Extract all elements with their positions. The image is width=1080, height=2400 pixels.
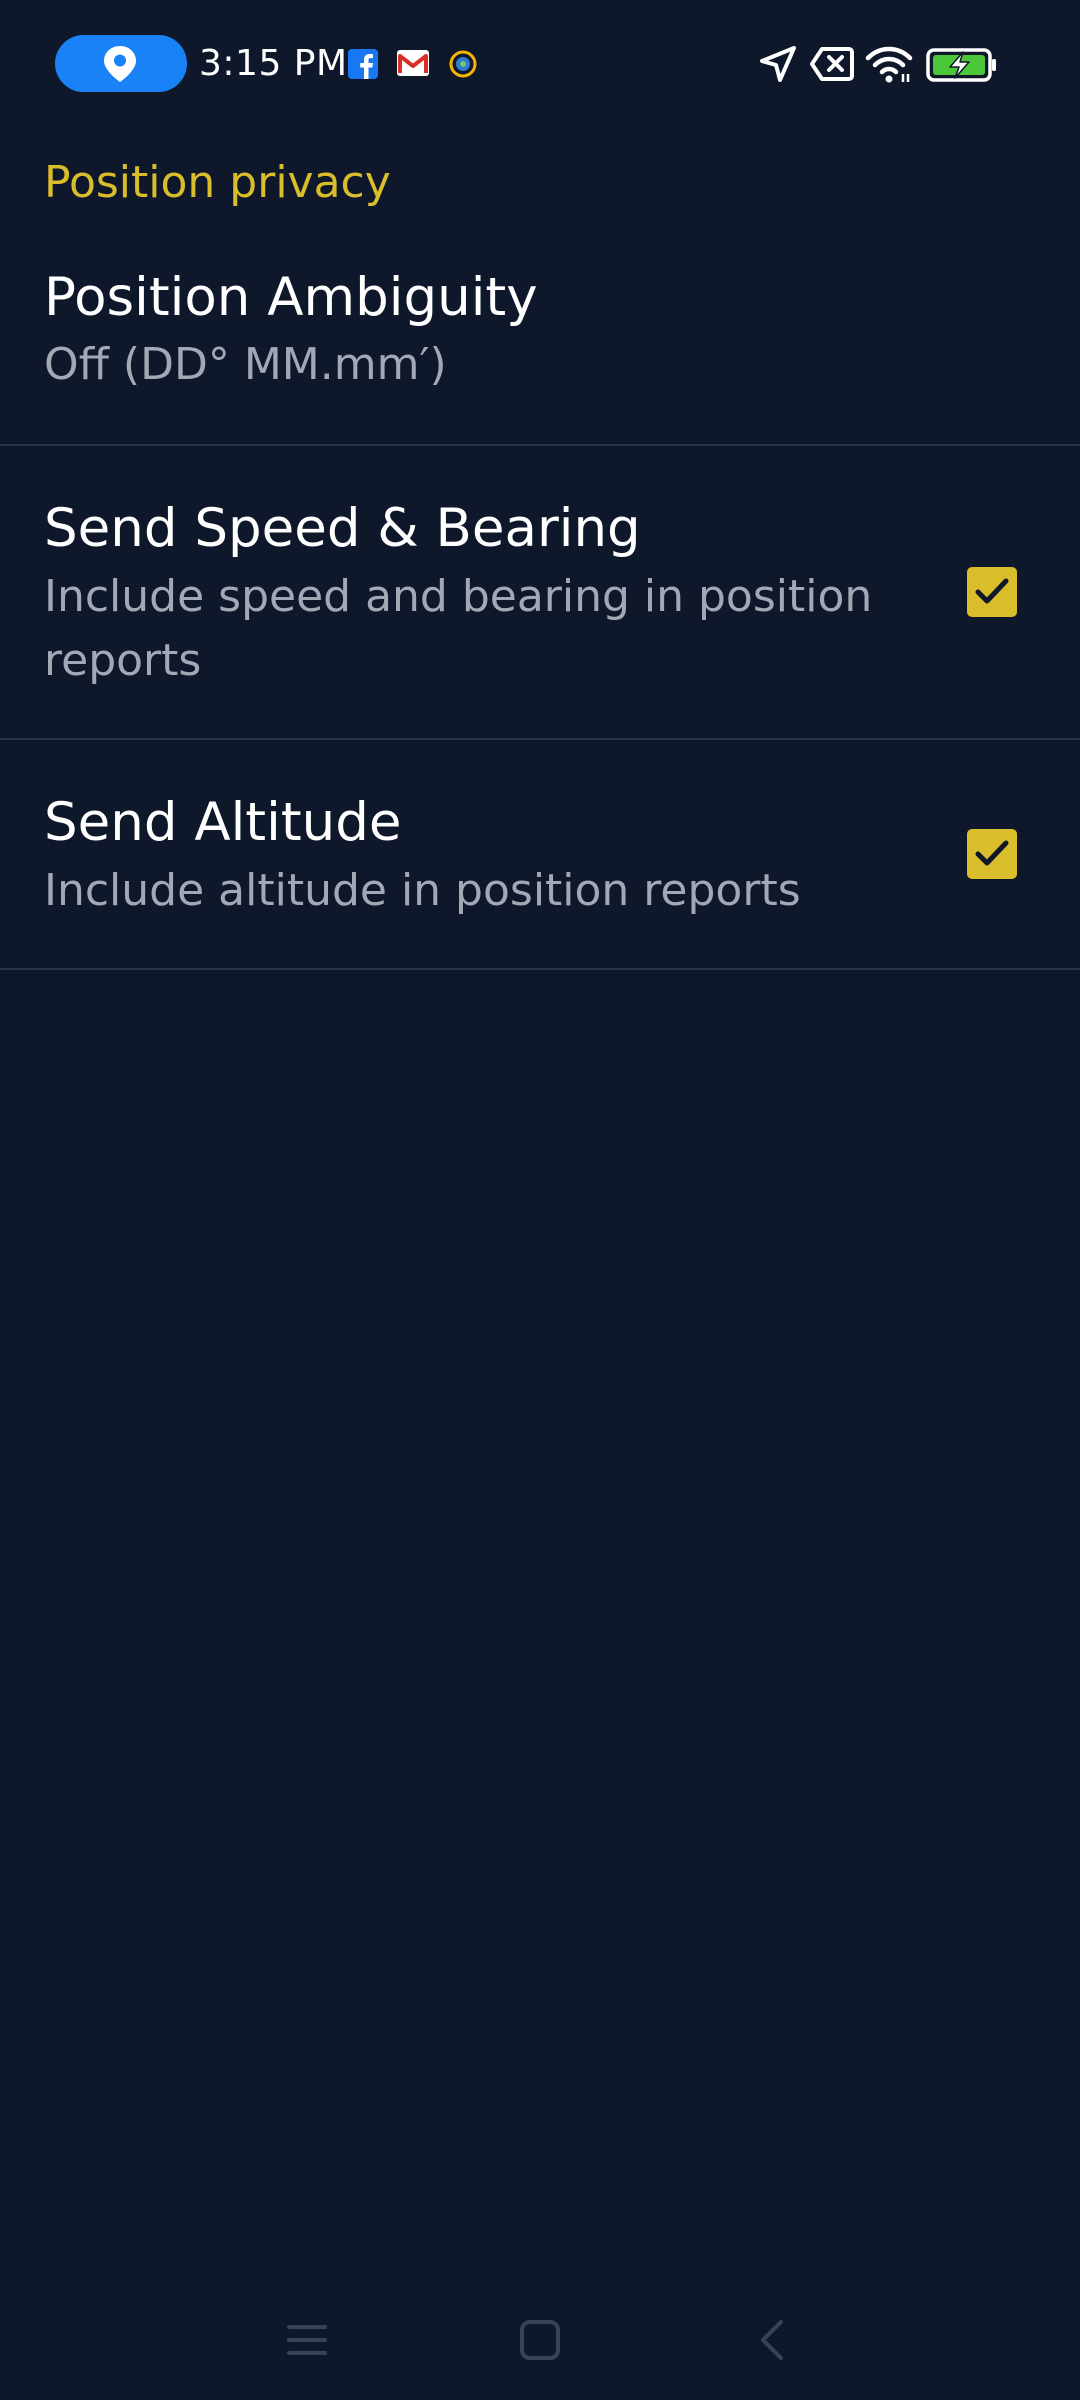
navigation-bar — [0, 2280, 1080, 2400]
location-in-use-pill[interactable] — [55, 35, 187, 92]
battery-charging-icon — [926, 48, 996, 82]
location-pin-icon — [104, 46, 136, 82]
pref-summary: Include speed and bearing in position re… — [44, 571, 873, 686]
location-arrow-icon — [760, 46, 796, 82]
wifi-icon — [865, 46, 913, 83]
pref-summary: Include altitude in position reports — [44, 865, 801, 916]
facebook-icon — [348, 49, 378, 79]
check-icon — [975, 578, 1009, 604]
status-time: 3:15 PM — [199, 43, 348, 84]
pref-position-ambiguity[interactable]: Position Ambiguity Off (DD° MM.mm′) — [0, 250, 1080, 444]
status-bar: 3:15 PM — [0, 0, 1080, 128]
section-header-position-privacy: Position privacy — [44, 157, 391, 208]
menu-icon[interactable] — [277, 2310, 337, 2370]
no-sim-icon — [810, 47, 854, 81]
home-icon[interactable] — [510, 2310, 570, 2370]
pref-send-speed-bearing[interactable]: Send Speed & Bearing Include speed and b… — [0, 446, 1080, 738]
pref-summary: Off (DD° MM.mm′) — [44, 339, 447, 390]
app-notification-icon — [449, 50, 477, 78]
back-icon[interactable] — [743, 2310, 803, 2370]
check-icon — [975, 840, 1009, 866]
pref-title: Send Altitude — [44, 792, 402, 853]
send-speed-bearing-checkbox[interactable] — [967, 567, 1017, 617]
divider — [0, 968, 1080, 970]
send-altitude-checkbox[interactable] — [967, 829, 1017, 879]
gmail-icon — [397, 50, 429, 76]
pref-send-altitude[interactable]: Send Altitude Include altitude in positi… — [0, 740, 1080, 968]
pref-title: Position Ambiguity — [44, 267, 538, 328]
pref-title: Send Speed & Bearing — [44, 498, 641, 559]
